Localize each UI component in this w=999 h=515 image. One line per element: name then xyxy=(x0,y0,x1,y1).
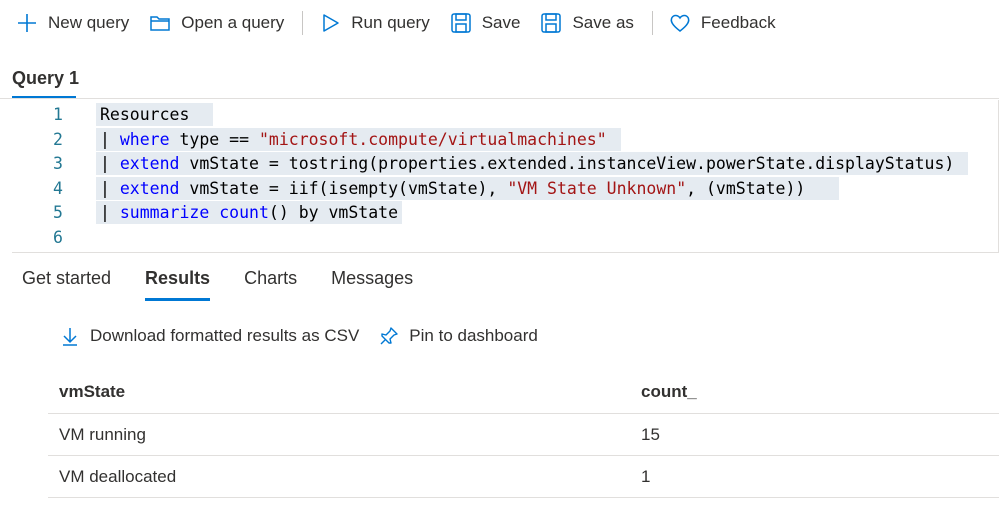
new-query-label: New query xyxy=(48,13,130,32)
save-icon xyxy=(450,13,471,33)
table-cell: 15 xyxy=(641,424,660,444)
download-csv-button[interactable]: Download formatted results as CSV xyxy=(60,326,359,346)
heart-icon xyxy=(670,14,690,32)
tab-query-1[interactable]: Query 1 xyxy=(12,68,79,89)
table-row[interactable]: VM running 15 xyxy=(48,414,999,456)
query-editor[interactable]: 1 Resources 2 | where type == "microsoft… xyxy=(12,100,999,252)
run-query-button[interactable]: Run query xyxy=(319,0,430,46)
toolbar-separator xyxy=(302,11,304,35)
column-header-vmstate[interactable]: vmState xyxy=(59,382,125,402)
save-label: Save xyxy=(481,13,521,32)
tab-get-started[interactable]: Get started xyxy=(22,258,111,302)
line-number: 3 xyxy=(53,154,63,174)
code-line: 2 | where type == "microsoft.compute/vir… xyxy=(12,127,999,152)
code-line: 6 xyxy=(12,225,999,250)
code-line: 5 | summarize count() by vmState xyxy=(12,201,999,226)
code-text: | where type == "microsoft.compute/virtu… xyxy=(96,127,621,151)
plus-icon xyxy=(18,14,36,32)
download-icon xyxy=(63,328,77,346)
line-number: 4 xyxy=(53,178,63,198)
results-table: vmState count_ VM running 15 VM dealloca… xyxy=(48,370,999,498)
feedback-label: Feedback xyxy=(700,13,776,32)
code-text: | extend vmState = tostring(properties.e… xyxy=(96,152,969,176)
pin-to-dashboard-button[interactable]: Pin to dashboard xyxy=(379,326,538,346)
table-row[interactable]: VM deallocated 1 xyxy=(48,456,999,498)
new-query-button[interactable]: New query xyxy=(16,0,129,46)
code-text: | extend vmState = iif(isempty(vmState),… xyxy=(96,176,840,200)
save-button[interactable]: Save xyxy=(450,0,521,46)
table-header-row: vmState count_ xyxy=(48,370,999,414)
results-tabs: Get started Results Charts Messages xyxy=(22,258,447,302)
code-text: Resources xyxy=(96,102,214,126)
pin-icon xyxy=(380,327,398,345)
code-line: 3 | extend vmState = tostring(properties… xyxy=(12,152,999,177)
open-query-label: Open a query xyxy=(181,13,285,32)
code-line: 1 Resources xyxy=(12,102,999,127)
tab-results[interactable]: Results xyxy=(145,258,211,302)
play-icon xyxy=(323,14,340,32)
download-csv-label: Download formatted results as CSV xyxy=(90,326,360,345)
toolbar-separator xyxy=(651,11,653,35)
editor-divider xyxy=(12,252,999,253)
table-cell: VM running xyxy=(59,424,146,444)
pin-to-dashboard-label: Pin to dashboard xyxy=(409,326,538,345)
tab-charts[interactable]: Charts xyxy=(244,258,297,302)
save-as-button[interactable]: Save as xyxy=(540,0,634,46)
toolbar: New query Open a query Run query Save Sa… xyxy=(0,0,999,46)
results-actions: Download formatted results as CSV Pin to… xyxy=(60,326,558,346)
column-header-count[interactable]: count_ xyxy=(641,382,697,402)
save-as-label: Save as xyxy=(572,13,634,32)
line-number: 1 xyxy=(53,104,63,124)
table-cell: 1 xyxy=(641,466,651,486)
folder-open-icon xyxy=(150,16,171,31)
run-query-label: Run query xyxy=(351,13,430,32)
table-cell: VM deallocated xyxy=(59,466,177,486)
save-as-icon xyxy=(541,13,562,33)
line-number: 2 xyxy=(53,129,63,149)
tab-messages[interactable]: Messages xyxy=(331,258,413,302)
feedback-button[interactable]: Feedback xyxy=(669,0,776,46)
line-number: 6 xyxy=(53,227,63,247)
tab-divider xyxy=(0,98,999,99)
code-text: | summarize count() by vmState xyxy=(96,201,403,225)
code-line: 4 | extend vmState = iif(isempty(vmState… xyxy=(12,176,999,201)
line-number: 5 xyxy=(53,203,63,223)
open-query-button[interactable]: Open a query xyxy=(149,0,284,46)
